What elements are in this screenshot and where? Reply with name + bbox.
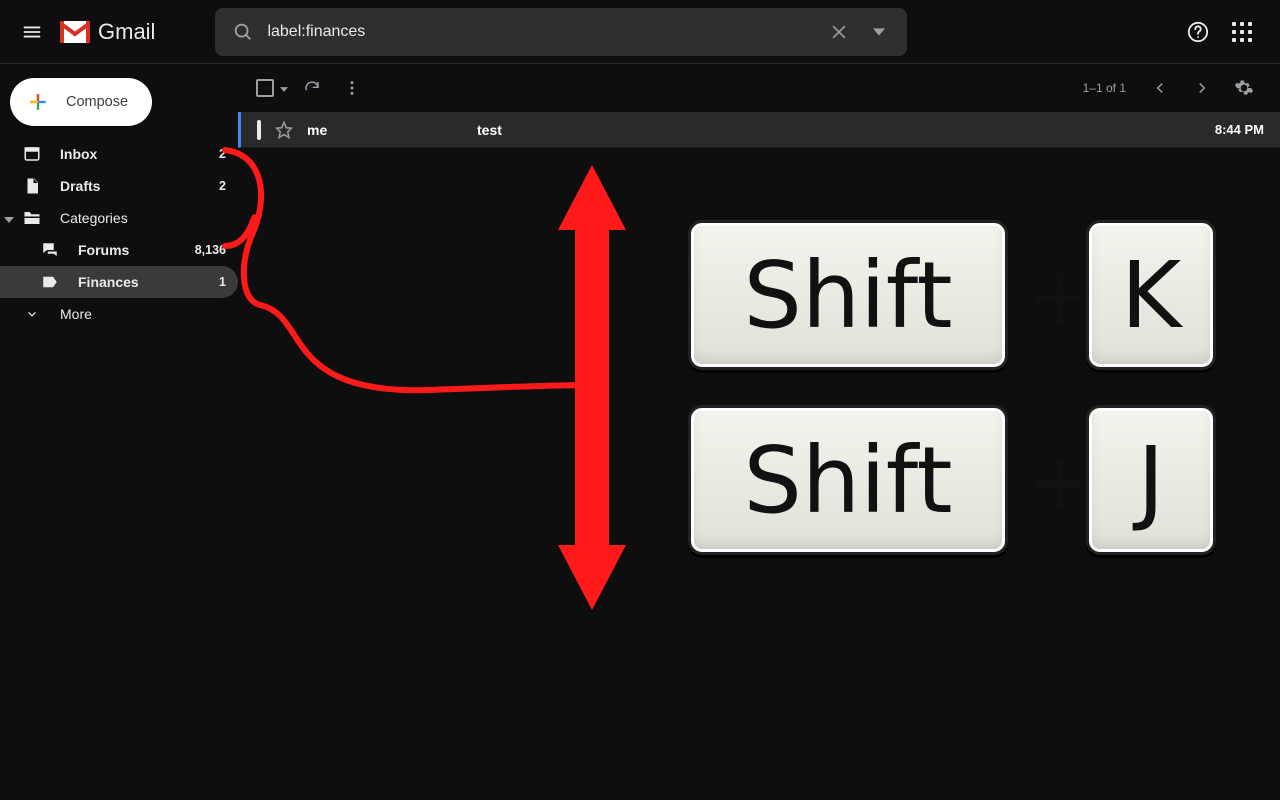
header: Gmail bbox=[0, 0, 1280, 64]
search-icon bbox=[232, 21, 254, 43]
star-outline-icon bbox=[275, 121, 293, 139]
checkbox-icon bbox=[256, 79, 274, 97]
sidebar-item-label: Forums bbox=[78, 242, 195, 258]
pagination-count: 1–1 of 1 bbox=[1083, 81, 1126, 95]
support-button[interactable] bbox=[1176, 10, 1220, 54]
sidebar-item-count: 8,136 bbox=[195, 243, 226, 257]
gmail-logo[interactable]: Gmail bbox=[60, 19, 155, 45]
forums-icon bbox=[40, 240, 60, 260]
sidebar-item-count: 1 bbox=[219, 275, 226, 289]
search-options-button[interactable] bbox=[859, 12, 899, 52]
sidebar-item-finances[interactable]: Finances 1 bbox=[0, 266, 238, 298]
main-menu-button[interactable] bbox=[8, 8, 56, 56]
close-icon bbox=[829, 22, 849, 42]
sidebar-item-forums[interactable]: Forums 8,136 bbox=[0, 234, 238, 266]
apps-grid-icon bbox=[1232, 22, 1252, 42]
sidebar-item-label: More bbox=[60, 306, 226, 322]
compose-button[interactable]: Compose bbox=[10, 78, 152, 126]
gear-icon bbox=[1234, 78, 1254, 98]
sidebar-item-categories[interactable]: Categories bbox=[0, 202, 238, 234]
drafts-icon bbox=[22, 176, 42, 196]
caret-down-icon bbox=[280, 79, 288, 97]
plus-icon bbox=[24, 88, 52, 116]
sidebar-item-label: Drafts bbox=[60, 178, 219, 194]
categories-icon bbox=[22, 208, 42, 228]
refresh-icon bbox=[303, 79, 321, 97]
label-icon bbox=[40, 272, 60, 292]
prev-page-button[interactable] bbox=[1140, 68, 1180, 108]
sidebar-item-label: Categories bbox=[60, 210, 226, 226]
gmail-logo-icon bbox=[60, 21, 90, 43]
help-icon bbox=[1187, 21, 1209, 43]
sidebar-item-inbox[interactable]: Inbox 2 bbox=[0, 138, 238, 170]
chevron-right-icon bbox=[1193, 79, 1211, 97]
checkbox-icon bbox=[257, 120, 261, 140]
inbox-icon bbox=[22, 144, 42, 164]
sidebar: Compose Inbox 2 Drafts 2 bbox=[0, 64, 238, 800]
row-checkbox[interactable] bbox=[257, 122, 261, 138]
search-clear-button[interactable] bbox=[819, 12, 859, 52]
sidebar-item-drafts[interactable]: Drafts 2 bbox=[0, 170, 238, 202]
chevron-left-icon bbox=[1151, 79, 1169, 97]
main-panel: 1–1 of 1 me test 8:44 PM bbox=[238, 64, 1280, 800]
email-subject: test bbox=[477, 122, 1215, 138]
email-row[interactable]: me test 8:44 PM bbox=[238, 112, 1280, 148]
row-star-button[interactable] bbox=[275, 121, 293, 139]
sidebar-item-more[interactable]: More bbox=[0, 298, 238, 330]
compose-label: Compose bbox=[66, 94, 128, 110]
hamburger-icon bbox=[21, 21, 43, 43]
settings-button[interactable] bbox=[1224, 68, 1264, 108]
sidebar-item-label: Finances bbox=[78, 274, 219, 290]
sidebar-item-count: 2 bbox=[219, 179, 226, 193]
mail-toolbar: 1–1 of 1 bbox=[238, 64, 1280, 112]
email-sender: me bbox=[307, 122, 477, 138]
google-apps-button[interactable] bbox=[1220, 10, 1264, 54]
search-button[interactable] bbox=[223, 12, 263, 52]
sidebar-item-count: 2 bbox=[219, 147, 226, 161]
search-bar bbox=[215, 8, 907, 56]
search-input[interactable] bbox=[263, 23, 819, 41]
refresh-button[interactable] bbox=[292, 68, 332, 108]
email-time: 8:44 PM bbox=[1215, 122, 1264, 137]
more-vert-icon bbox=[343, 79, 361, 97]
gmail-logo-text: Gmail bbox=[98, 19, 155, 45]
caret-down-icon bbox=[4, 210, 18, 226]
more-actions-button[interactable] bbox=[332, 68, 372, 108]
select-all-checkbox[interactable] bbox=[252, 68, 292, 108]
sidebar-item-label: Inbox bbox=[60, 146, 219, 162]
chevron-down-icon bbox=[22, 304, 42, 324]
next-page-button[interactable] bbox=[1182, 68, 1222, 108]
caret-down-icon bbox=[873, 26, 885, 38]
